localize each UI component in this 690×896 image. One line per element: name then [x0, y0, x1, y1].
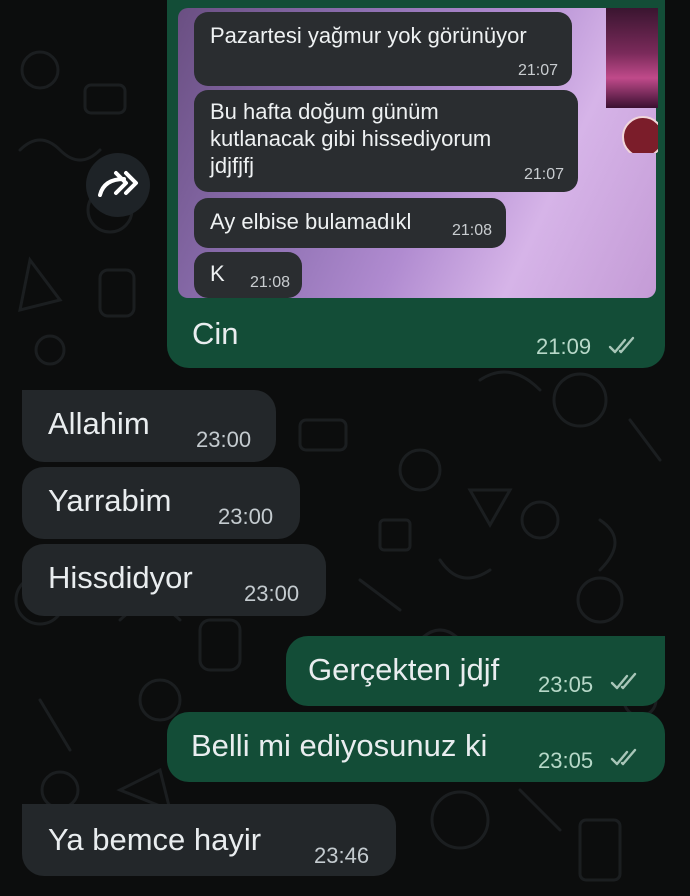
quoted-message-text: Ay elbise bulamadıkl [210, 209, 412, 234]
quoted-message-3: Ay elbise bulamadıkl 21:08 [194, 198, 506, 248]
message-time: 23:05 [538, 748, 594, 773]
forward-button[interactable] [86, 153, 150, 217]
quoted-message-1: Pazartesi yağmur yok görünüyor 21:07 [194, 12, 572, 86]
forward-arrow-icon [98, 171, 138, 197]
message-text: Belli mi ediyosunuz ki [191, 728, 488, 763]
message-text: Yarrabim [48, 483, 172, 518]
incoming-message-bubble[interactable]: Yarrabim 23:00 [22, 467, 300, 539]
message-time: 23:46 [314, 843, 370, 868]
message-text: Ya bemce hayir [48, 822, 262, 857]
quoted-avatar-thumbnail [606, 8, 658, 153]
reply-message-time: 21:09 [536, 334, 592, 359]
message-time: 23:00 [244, 581, 300, 606]
double-check-icon [608, 336, 635, 354]
double-check-icon [610, 672, 637, 690]
quoted-message-time: 21:07 [523, 166, 564, 183]
quoted-message-text: Bu hafta doğum günüm kutlanacak gibi his… [210, 99, 492, 178]
incoming-message-bubble[interactable]: Ya bemce hayir 23:46 [22, 804, 396, 876]
reply-message-text: Cin [192, 316, 239, 351]
chat-view[interactable]: Pazartesi yağmur yok görünüyor 21:07 Bu … [0, 0, 690, 896]
message-time: 23:05 [538, 672, 594, 697]
quoted-message-4: K 21:08 [194, 252, 302, 298]
quoted-message-time: 21:07 [517, 62, 558, 79]
double-check-icon [610, 748, 637, 766]
quoted-message-time: 21:08 [451, 222, 492, 239]
message-time: 23:00 [196, 427, 252, 452]
quoted-message-2: Bu hafta doğum günüm kutlanacak gibi his… [194, 90, 578, 192]
quoted-screenshot[interactable]: Pazartesi yağmur yok görünüyor 21:07 Bu … [178, 8, 656, 298]
message-text: Hissdidyor [48, 560, 193, 595]
outgoing-message-bubble[interactable]: Belli mi ediyosunuz ki 23:05 [167, 712, 665, 782]
quoted-message-text: K [210, 261, 225, 286]
outgoing-message-bubble[interactable]: Gerçekten jdjf 23:05 [286, 636, 665, 706]
message-time: 23:00 [218, 504, 274, 529]
incoming-message-bubble[interactable]: Allahim 23:00 [22, 390, 276, 462]
incoming-message-bubble[interactable]: Hissdidyor 23:00 [22, 544, 326, 616]
quoted-message-time: 21:08 [249, 274, 290, 291]
message-text: Allahim [48, 406, 150, 441]
quoted-message-text: Pazartesi yağmur yok görünüyor [210, 23, 527, 48]
message-text: Gerçekten jdjf [308, 652, 500, 687]
